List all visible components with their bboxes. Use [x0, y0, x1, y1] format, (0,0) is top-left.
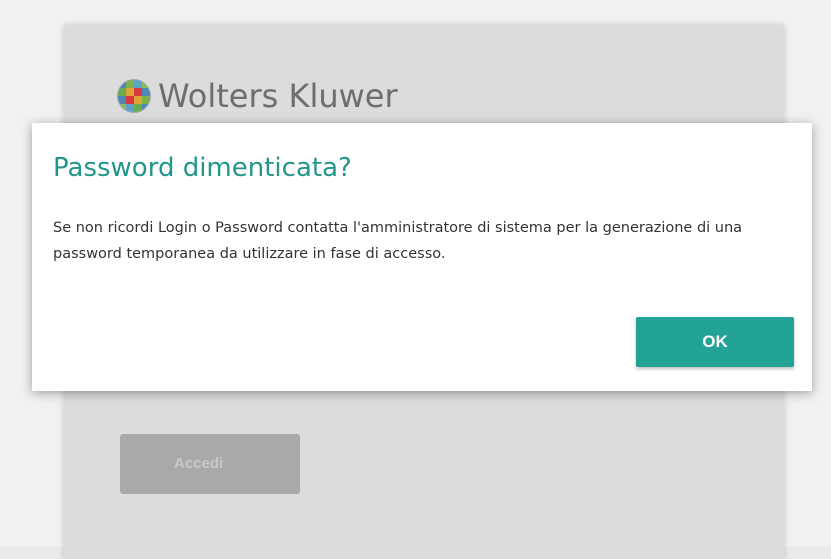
brand-header: Wolters Kluwer — [116, 77, 398, 115]
brand-name: Wolters Kluwer — [158, 77, 398, 115]
forgot-password-dialog: Password dimenticata? Se non ricordi Log… — [32, 123, 812, 391]
ok-button[interactable]: OK — [636, 317, 794, 367]
dialog-message: Se non ricordi Login o Password contatta… — [53, 220, 743, 262]
wolters-kluwer-globe-icon — [117, 79, 151, 113]
dialog-title: Password dimenticata? — [53, 153, 352, 183]
accedi-button[interactable]: Accedi — [120, 434, 300, 494]
